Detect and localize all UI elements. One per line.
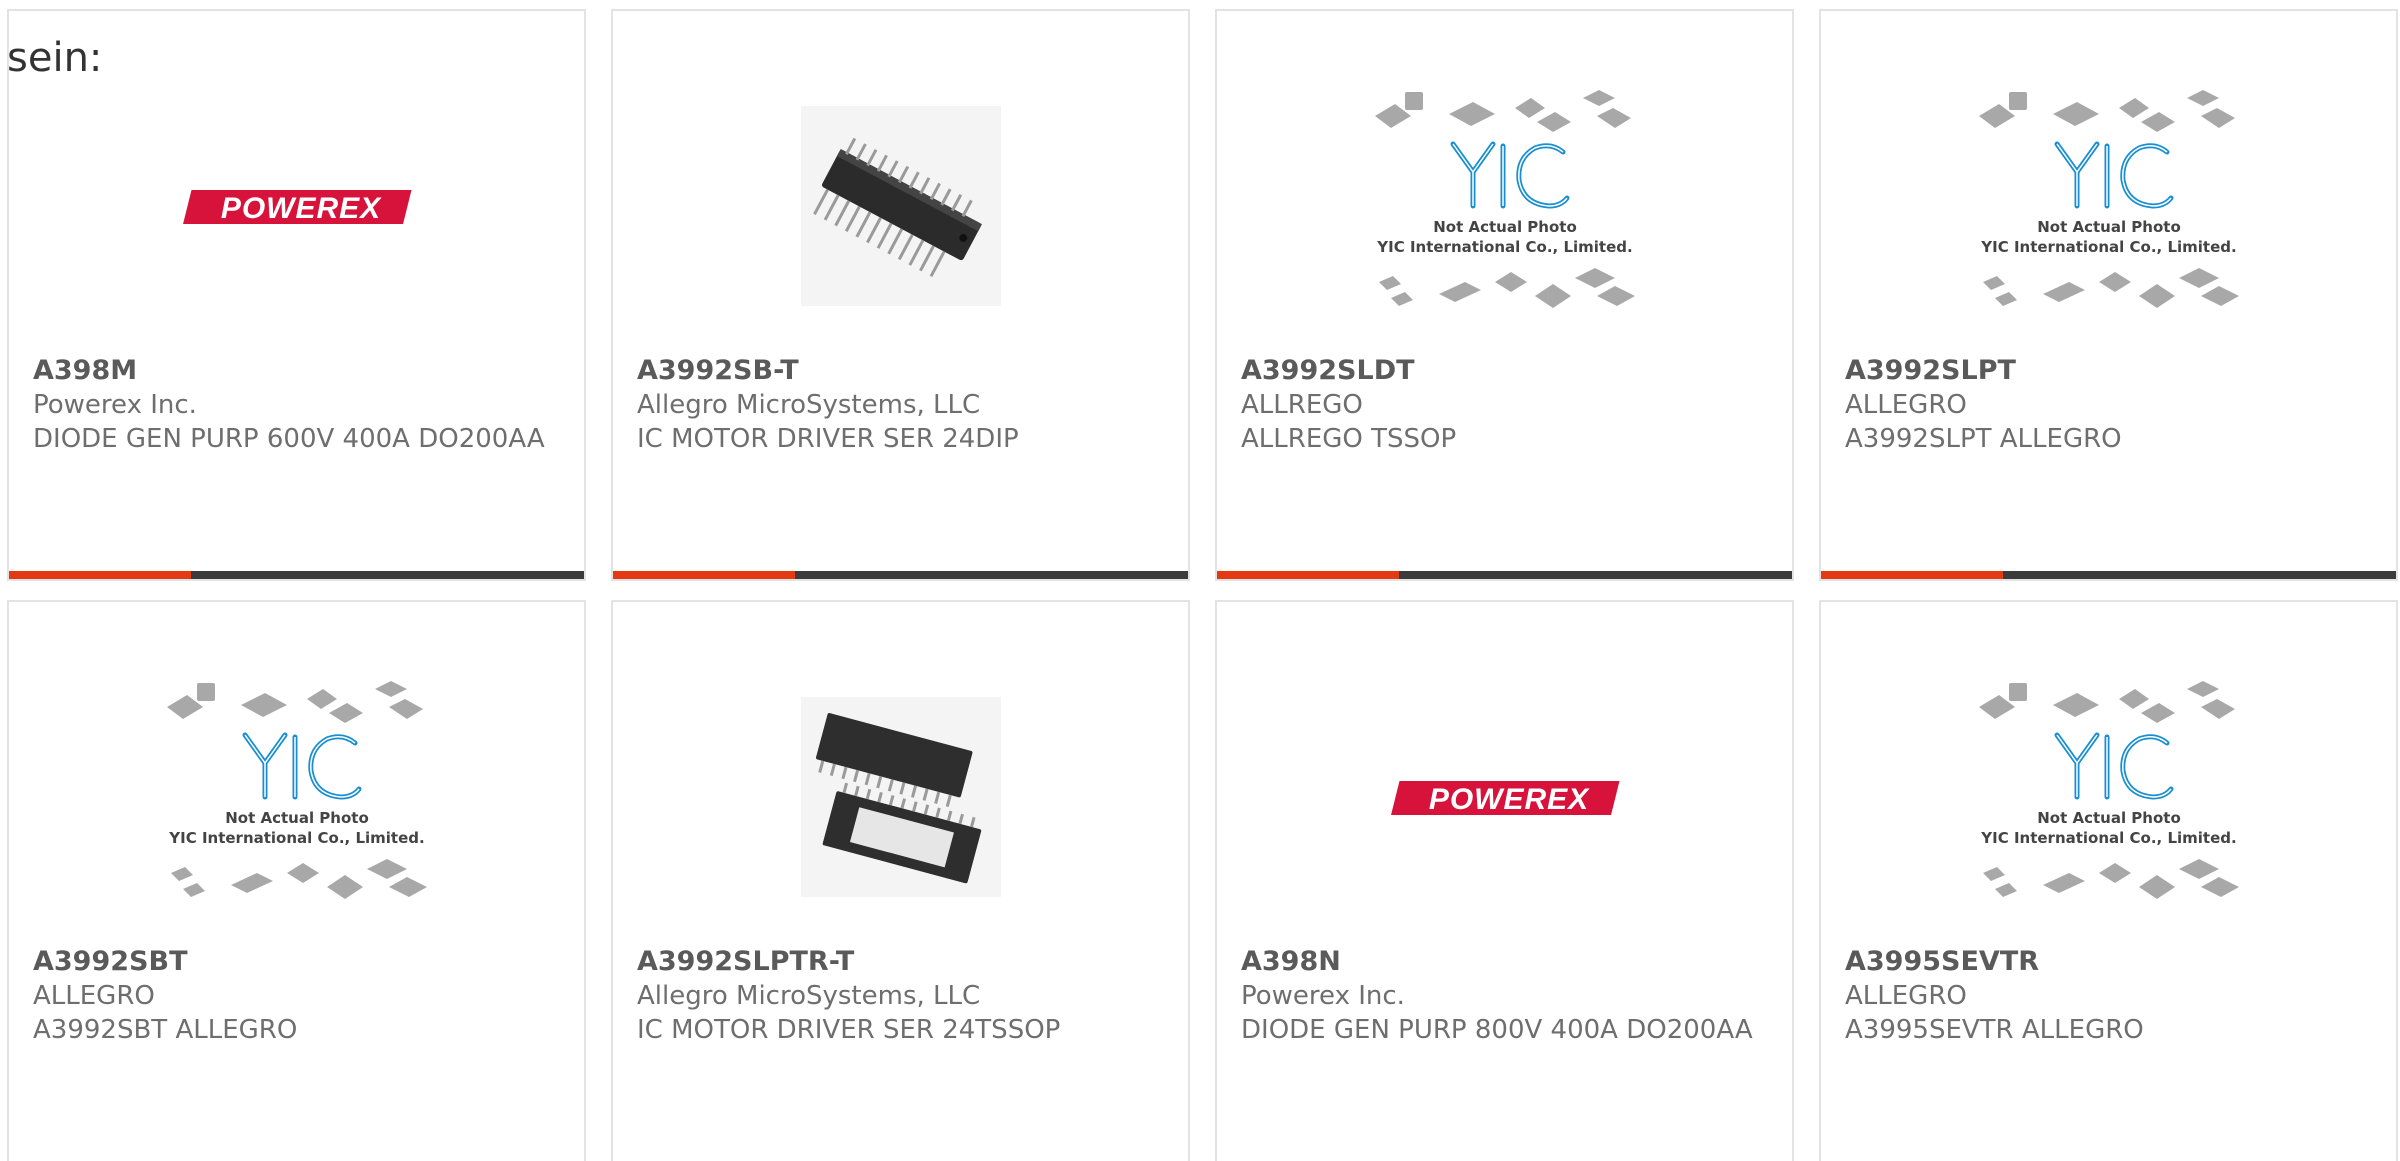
yic-placeholder-image: Not Actual Photo YIC International Co., … [1978, 90, 2239, 308]
manufacturer: ALLREGO [1241, 390, 1363, 420]
yic-company-text: YIC International Co., Limited. [168, 829, 424, 847]
product-card[interactable]: A3992SB-T Allegro MicroSystems, LLC IC M… [611, 9, 1190, 581]
manufacturer: ALLEGRO [33, 981, 155, 1011]
card-bottom-bar [1821, 571, 2396, 579]
product-info: A3992SLDT ALLREGO ALLREGO TSSOP [1241, 354, 1782, 456]
product-description: IC MOTOR DRIVER SER 24DIP [637, 424, 1019, 454]
card-bar-accent [1217, 571, 1399, 579]
powerex-logo: POWEREX [182, 190, 412, 225]
card-bar-accent [9, 571, 191, 579]
product-image[interactable]: Not Actual Photo YIC International Co., … [1821, 61, 2396, 351]
card-bar-accent [613, 571, 795, 579]
card-bottom-bar [9, 571, 584, 579]
manufacturer: ALLEGRO [1845, 390, 1967, 420]
part-number[interactable]: A3992SLPTR-T [637, 945, 1178, 979]
product-image[interactable] [613, 61, 1188, 351]
product-info: A3992SB-T Allegro MicroSystems, LLC IC M… [637, 354, 1178, 456]
product-description: DIODE GEN PURP 600V 400A DO200AA [33, 424, 545, 454]
part-number[interactable]: A3992SLDT [1241, 354, 1782, 388]
product-description: A3992SBT ALLEGRO [33, 1015, 298, 1045]
part-number[interactable]: A3992SBT [33, 945, 574, 979]
not-actual-photo-text: Not Actual Photo [1433, 218, 1577, 236]
manufacturer: Allegro MicroSystems, LLC [637, 390, 981, 420]
product-info: A3992SLPTR-T Allegro MicroSystems, LLC I… [637, 945, 1178, 1047]
part-number[interactable]: A3992SLPT [1845, 354, 2386, 388]
part-number[interactable]: A398M [33, 354, 574, 388]
dip-chip-photo [800, 106, 1001, 306]
product-card[interactable]: A3992SLPTR-T Allegro MicroSystems, LLC I… [611, 600, 1190, 1161]
not-actual-photo-text: Not Actual Photo [225, 809, 369, 827]
product-card[interactable]: Not Actual Photo YIC International Co., … [1819, 600, 2398, 1161]
product-description: ALLREGO TSSOP [1241, 424, 1457, 454]
product-info: A3995SEVTR ALLEGRO A3995SEVTR ALLEGRO [1845, 945, 2386, 1047]
product-description: IC MOTOR DRIVER SER 24TSSOP [637, 1015, 1061, 1045]
product-info: A3992SBT ALLEGRO A3992SBT ALLEGRO [33, 945, 574, 1047]
yic-placeholder-image: Not Actual Photo YIC International Co., … [1978, 681, 2239, 899]
powerex-logo: POWEREX [1390, 781, 1620, 816]
product-description: DIODE GEN PURP 800V 400A DO200AA [1241, 1015, 1753, 1045]
product-card[interactable]: POWEREX A398M Powerex Inc. DIODE GEN PUR… [7, 9, 586, 581]
card-bottom-bar [613, 571, 1188, 579]
product-description: A3992SLPT ALLEGRO [1845, 424, 2122, 454]
product-card[interactable]: Not Actual Photo YIC International Co., … [1819, 9, 2398, 581]
product-image[interactable]: Not Actual Photo YIC International Co., … [1217, 61, 1792, 351]
product-image[interactable]: Not Actual Photo YIC International Co., … [1821, 652, 2396, 942]
yic-company-text: YIC International Co., Limited. [1980, 829, 2236, 847]
card-bar-accent [1821, 571, 2003, 579]
powerex-logo-text: POWEREX [220, 192, 381, 225]
powerex-logo-text: POWEREX [1428, 783, 1589, 816]
yic-company-text: YIC International Co., Limited. [1980, 238, 2236, 256]
product-description: A3995SEVTR ALLEGRO [1845, 1015, 2144, 1045]
part-number[interactable]: A3992SB-T [637, 354, 1178, 388]
yic-placeholder-image: Not Actual Photo YIC International Co., … [1374, 90, 1635, 308]
product-image[interactable]: Not Actual Photo YIC International Co., … [9, 652, 584, 942]
manufacturer: Allegro MicroSystems, LLC [637, 981, 981, 1011]
product-image[interactable]: POWEREX [1217, 652, 1792, 942]
product-card[interactable]: Not Actual Photo YIC International Co., … [7, 600, 586, 1161]
product-card[interactable]: Not Actual Photo YIC International Co., … [1215, 9, 1794, 581]
product-info: A398M Powerex Inc. DIODE GEN PURP 600V 4… [33, 354, 574, 456]
part-number[interactable]: A3995SEVTR [1845, 945, 2386, 979]
product-image[interactable]: POWEREX [9, 61, 584, 351]
not-actual-photo-text: Not Actual Photo [2037, 218, 2181, 236]
tssop-chip-photo [800, 697, 1001, 897]
yic-company-text: YIC International Co., Limited. [1376, 238, 1632, 256]
part-number[interactable]: A398N [1241, 945, 1782, 979]
not-actual-photo-text: Not Actual Photo [2037, 809, 2181, 827]
product-card[interactable]: POWEREX A398N Powerex Inc. DIODE GEN PUR… [1215, 600, 1794, 1161]
product-info: A3992SLPT ALLEGRO A3992SLPT ALLEGRO [1845, 354, 2386, 456]
intro-text: sein: [7, 35, 103, 81]
card-bottom-bar [1217, 571, 1792, 579]
manufacturer: Powerex Inc. [33, 390, 197, 420]
product-grid-page: sein: POWEREX A398M Powerex Inc. DIODE G… [0, 0, 2400, 1161]
manufacturer: ALLEGRO [1845, 981, 1967, 1011]
product-info: A398N Powerex Inc. DIODE GEN PURP 800V 4… [1241, 945, 1782, 1047]
product-image[interactable] [613, 652, 1188, 942]
manufacturer: Powerex Inc. [1241, 981, 1405, 1011]
yic-placeholder-image: Not Actual Photo YIC International Co., … [166, 681, 427, 899]
